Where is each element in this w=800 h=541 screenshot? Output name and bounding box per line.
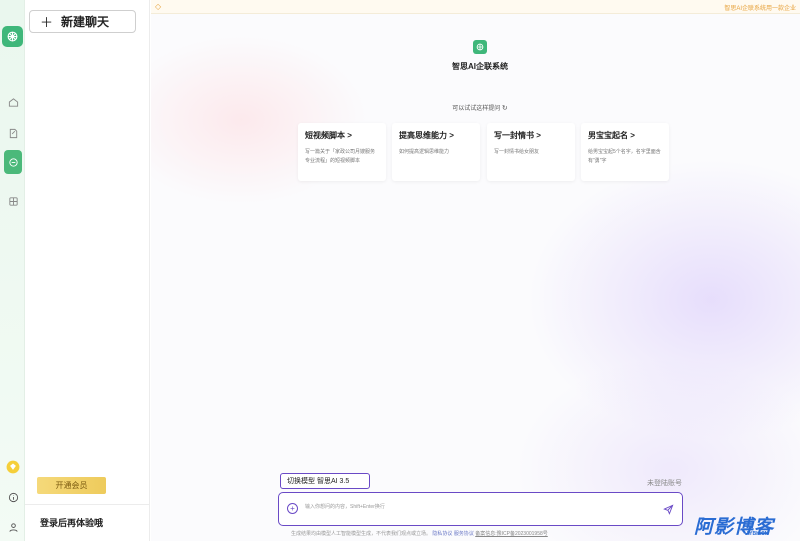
send-icon[interactable]: [662, 503, 674, 515]
login-link[interactable]: 未登陆账号: [647, 478, 682, 488]
card-desc: 写一封情书给女朋友: [494, 149, 540, 155]
message-composer: +: [278, 492, 683, 526]
login-tip[interactable]: 登录后再体验哦: [40, 516, 103, 529]
chat-icon[interactable]: [4, 150, 22, 174]
home-icon[interactable]: [5, 94, 21, 110]
new-chat-label: 新建聊天: [61, 15, 110, 29]
brand-logo-icon: [473, 40, 487, 54]
watermark-sub: AYBK.CN: [746, 531, 769, 537]
card-title: 提高思维能力 >: [399, 131, 454, 140]
sidebar-divider: [25, 504, 149, 505]
card-desc: 如何提高逻辑思维能力: [399, 149, 450, 155]
info-icon[interactable]: [5, 489, 21, 505]
card-title: 男宝宝起名 >: [588, 131, 635, 140]
notice-icon: ◇: [155, 2, 162, 11]
model-switch-button[interactable]: 切换模型 智思AI 3.5: [280, 473, 370, 489]
prompt-card-love-letter[interactable]: 写一封情书 > 写一封情书给女朋友: [487, 123, 575, 181]
service-link[interactable]: 服务协议: [454, 531, 474, 537]
attach-plus-icon[interactable]: +: [287, 503, 298, 514]
new-chat-button[interactable]: ＋ 新建聊天: [29, 10, 136, 33]
refresh-icon[interactable]: ↻: [502, 105, 508, 112]
privacy-link[interactable]: 隐私协议: [432, 531, 452, 537]
brand-title: 智思AI企联系统: [452, 62, 508, 71]
prompt-card-script[interactable]: 短视频脚本 > 写一篇关于「家政公司月嫂服务专业流程」的短视频脚本: [298, 123, 386, 181]
notice-link[interactable]: 智思AI企联系统用一款企业: [724, 3, 796, 12]
app-icon[interactable]: [5, 193, 21, 209]
edit-icon[interactable]: [5, 125, 21, 141]
prompt-card-baby-name[interactable]: 男宝宝起名 > 给男宝宝起5个名字，名字里面含有"勇"字: [581, 123, 669, 181]
icon-rail: [0, 0, 25, 541]
try-tip-label: 可以试试这样提问: [452, 106, 501, 112]
card-title: 短视频脚本 >: [305, 131, 352, 140]
notice-bar: ◇ 智思AI企联系统用一款企业: [151, 0, 800, 14]
footer-disclaimer: 生成结果均由模型人工智能模型生成，不代表我们观点或立场。 隐私协议 服务协议 备…: [291, 530, 671, 537]
card-desc: 写一篇关于「家政公司月嫂服务专业流程」的短视频脚本: [305, 149, 376, 164]
user-icon[interactable]: [5, 519, 21, 535]
try-tip[interactable]: 可以试试这样提问 ↻: [430, 103, 530, 112]
plus-icon: ＋: [40, 15, 54, 30]
chat-sidebar: ＋ 新建聊天 开通会员 登录后再体验哦: [25, 0, 150, 541]
diamond-icon[interactable]: [5, 459, 21, 475]
card-title: 写一封情书 >: [494, 131, 541, 140]
app-logo-icon[interactable]: [2, 26, 23, 47]
main-area: ◇ 智思AI企联系统用一款企业 智思AI企联系统 可以试试这样提问 ↻ 短视频脚…: [151, 0, 800, 541]
prompt-card-thinking[interactable]: 提高思维能力 > 如何提高逻辑思维能力: [392, 123, 480, 181]
vip-button[interactable]: 开通会员: [37, 477, 106, 494]
card-desc: 给男宝宝起5个名字，名字里面含有"勇"字: [588, 149, 661, 164]
icp-text[interactable]: 备案信息:豫ICP备2023001958号: [475, 531, 548, 537]
footer-text: 生成结果均由模型人工智能模型生成，不代表我们观点或立场。: [291, 531, 432, 537]
message-input[interactable]: [305, 500, 645, 514]
